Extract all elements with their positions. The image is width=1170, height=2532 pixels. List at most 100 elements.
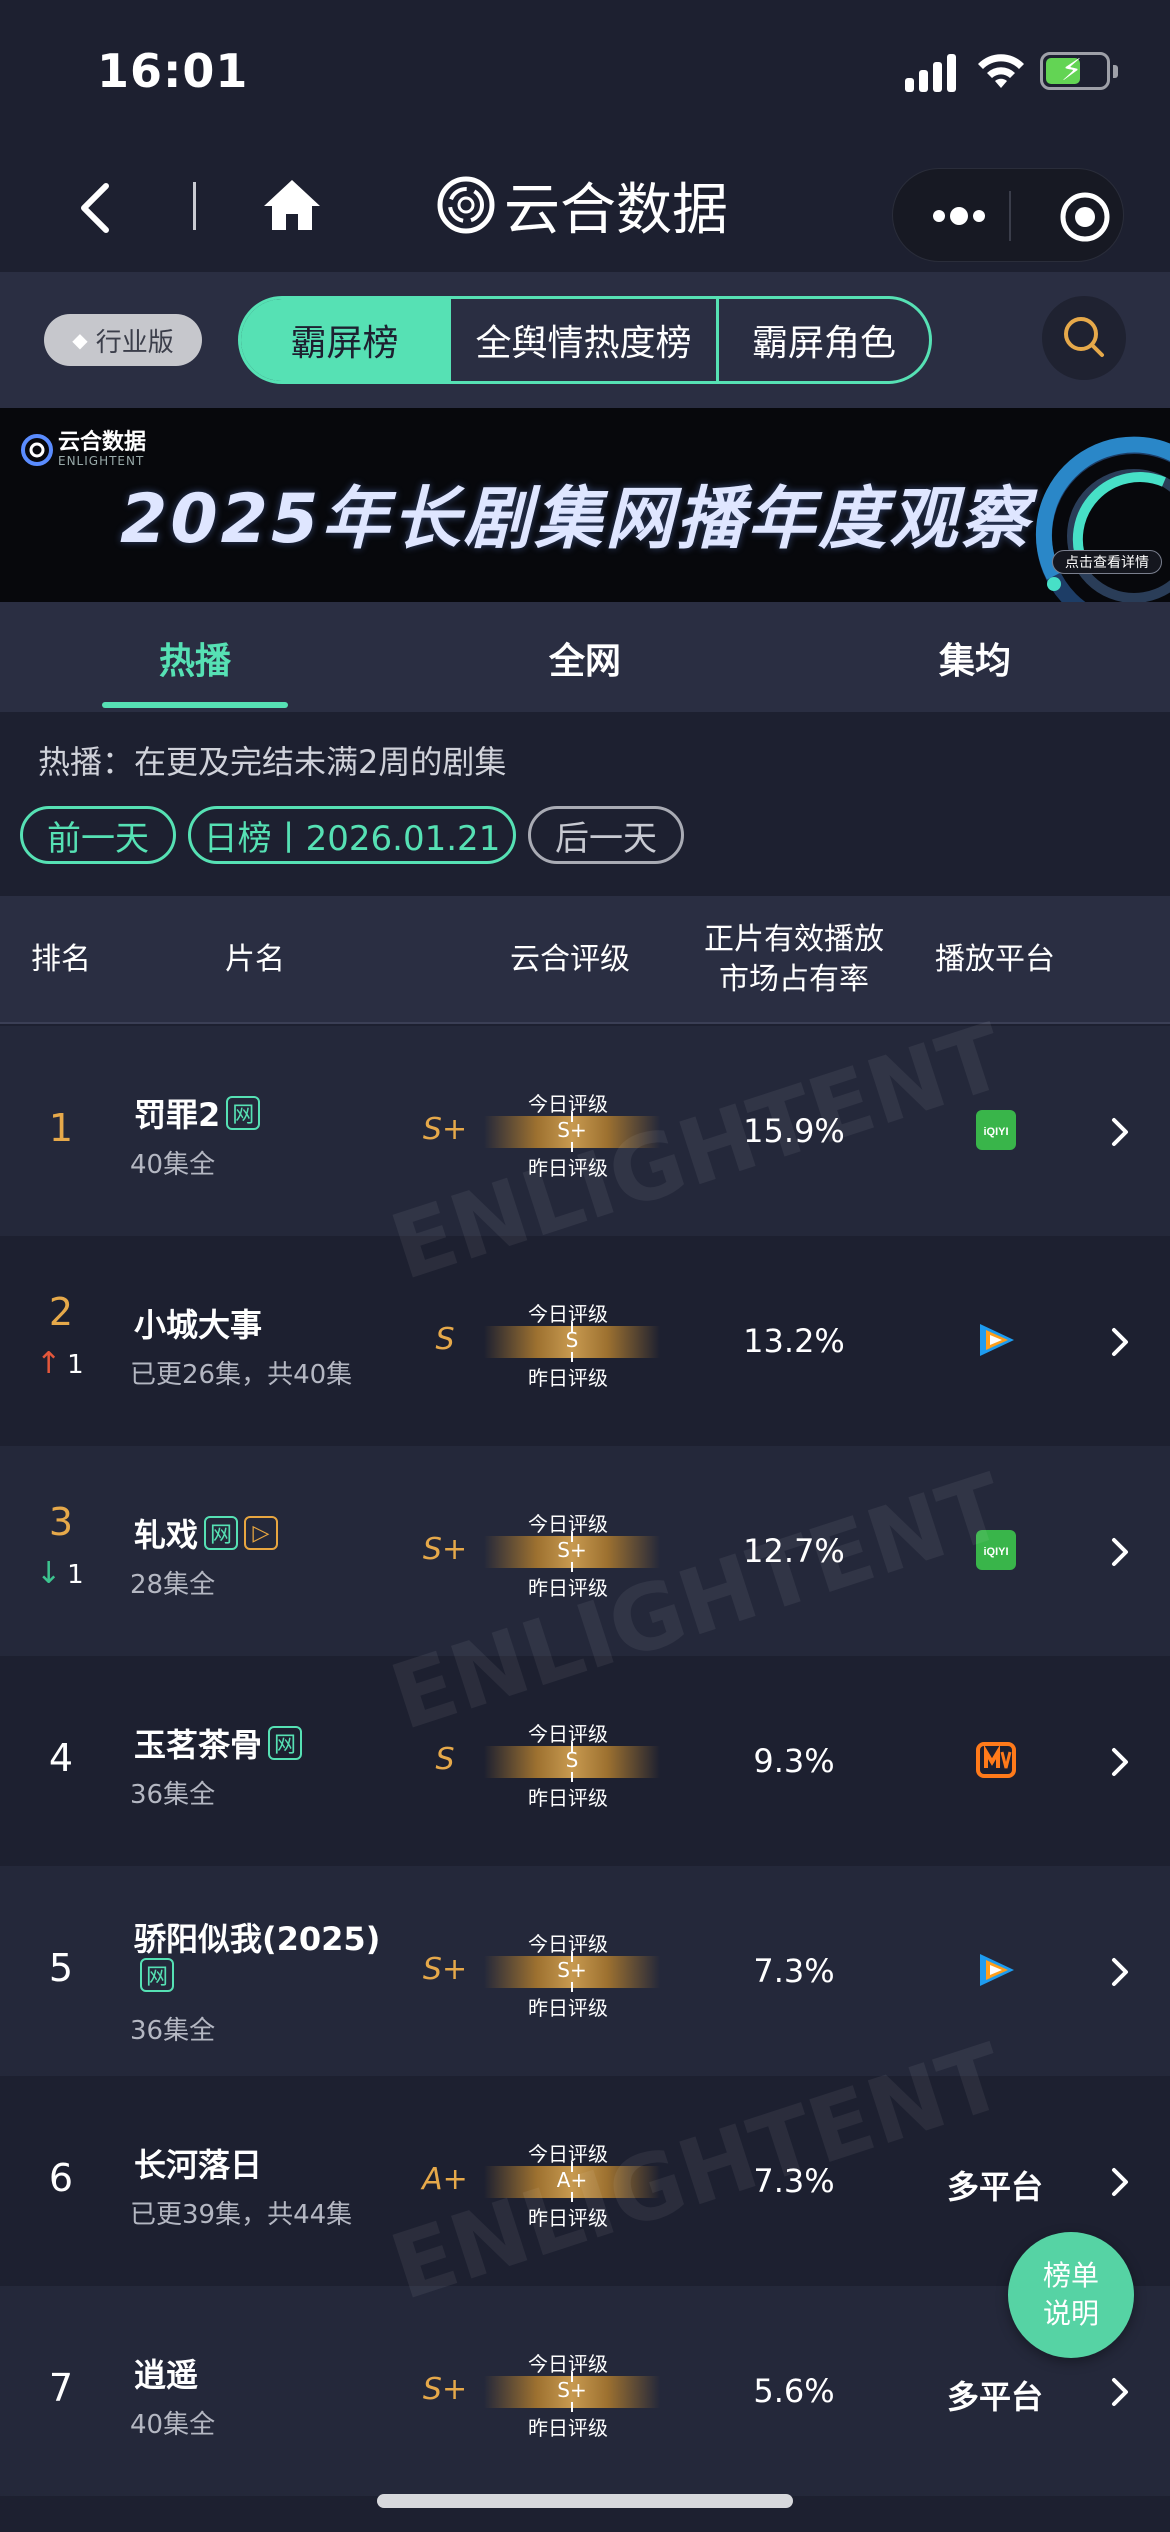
prev-day-button[interactable]: 前一天 [20,806,176,864]
grade-caption-yesterday: 昨日评级 [528,1366,608,1390]
drama-title-wrap[interactable]: 长河落日 [134,2140,262,2186]
table-row[interactable]: 6 长河落日 已更39集，共44集 A+ 今日评级 A+ 昨日评级 7.3% 多平台 [0,2076,1170,2286]
tab-bapingbang[interactable]: 霸屏榜 [241,299,451,381]
chevron-right-icon[interactable] [1108,1324,1132,1360]
grade-bar: A+ [484,2162,660,2202]
tab-rebo[interactable]: 热播 [95,632,295,684]
next-day-button[interactable]: 后一天 [528,806,684,864]
grade-letter: S [435,1742,455,1777]
table-row[interactable]: 1 罚罪2 网 40集全 S+ 今日评级 S+ 昨日评级 15.9% iQIYI [0,1026,1170,1236]
grade-bar-value: S+ [557,2378,587,2402]
drama-title: 玉茗茶骨 [134,1726,263,1764]
episode-info: 40集全 [130,2410,216,2440]
target-icon[interactable] [1059,191,1111,243]
chevron-right-icon[interactable] [1108,2374,1132,2410]
web-drama-tag: 网 [204,1516,239,1550]
rank-change: ↓ 1 [36,1556,84,1591]
table-row[interactable]: 4 玉茗茶骨网 36集全 S 今日评级 S 昨日评级 9.3% [0,1656,1170,1866]
drama-title: 长河落日 [134,2146,263,2184]
nav-title: 云合数据 [436,170,728,243]
drama-title: 逍遥 [134,2356,199,2394]
drama-title: 罚罪2 [134,1096,221,1134]
chevron-right-icon[interactable] [1108,1744,1132,1780]
market-share: 12.7% [743,1532,845,1570]
episode-info: 已更39集，共44集 [130,2200,353,2230]
drama-title-wrap[interactable]: 逍遥 [134,2350,198,2396]
market-share: 5.6% [753,2372,835,2410]
episode-info: 28集全 [130,1570,216,1600]
tab-jijun[interactable]: 集均 [875,632,1075,684]
episode-info: 已更26集，共40集 [130,1360,353,1390]
table-row[interactable]: 2 ↑ 1 小城大事 已更26集，共40集 S 今日评级 S 昨日评级 13.2% [0,1236,1170,1446]
chevron-right-icon[interactable] [1108,1114,1132,1150]
rank-change-value: 1 [67,1350,84,1380]
header-share-line2: 市场占有率 [719,962,869,997]
table-row[interactable]: 5 骄阳似我(2025) 网 36集全 S+ 今日评级 S+ 昨日评级 7.3% [0,1866,1170,2076]
grade-bar: S [484,1742,660,1782]
grade-letter: S [435,1322,455,1357]
drama-title-wrap[interactable]: 骄阳似我(2025) [134,1914,380,1960]
ranking-explanation-button[interactable]: 榜单 说明 [1008,2232,1134,2358]
market-share: 15.9% [743,1112,845,1150]
more-icon[interactable] [929,199,989,233]
banner-detail-button[interactable]: 点击查看详情 [1052,550,1162,574]
header-platform: 播放平台 [935,942,1055,977]
grade-letter: S+ [422,1952,468,1987]
grade-caption-yesterday: 昨日评级 [528,2206,608,2230]
wifi-icon [978,54,1024,88]
home-icon[interactable] [262,176,322,234]
grade-letter: A+ [422,2162,468,2197]
grade-bar-value: S+ [557,1118,587,1142]
app-root: 16:01 ⚡ 云合数据 ◆ 行业版 霸屏榜 全舆情热度榜 霸屏角色 云合数据 … [0,0,1170,2532]
grade-caption-today: 今日评级 [528,1932,608,1956]
tab-bapingjuese[interactable]: 霸屏角色 [719,299,929,381]
grade-bar: S+ [484,2372,660,2412]
home-indicator [377,2494,793,2508]
table-row[interactable]: 3 ↓ 1 轧戏网 ▷ 28集全 S+ 今日评级 S+ 昨日评级 12.7% iQIYI [0,1446,1170,1656]
rank-number: 2 [48,1290,74,1334]
tab-quanyuqing[interactable]: 全舆情热度榜 [451,299,719,381]
drama-title-wrap[interactable]: 小城大事 [134,1300,262,1346]
header-title: 片名 [225,942,285,977]
episode-info: 36集全 [130,1780,216,1810]
drama-title-wrap[interactable]: 轧戏网 ▷ [134,1510,279,1556]
active-tab-underline [102,702,288,708]
grade-caption-today: 今日评级 [528,1302,608,1326]
web-drama-tag: 网 [226,1096,261,1130]
mango-tv-logo [960,1738,1032,1782]
edition-badge[interactable]: ◆ 行业版 [44,314,202,366]
market-share: 7.3% [753,1952,835,1990]
drama-title-wrap[interactable]: 玉茗茶骨网 [134,1720,303,1766]
grade-bar-value: S [565,1328,579,1352]
top-tab-row: ◆ 行业版 霸屏榜 全舆情热度榜 霸屏角色 [0,272,1170,408]
grade-bar: S+ [484,1112,660,1152]
rank-number: 6 [48,2156,74,2200]
market-share: 13.2% [743,1322,845,1360]
grade-bar-value: A+ [556,2168,588,2192]
promo-banner[interactable]: 云合数据 ENLIGHTENT 2025年长剧集网播年度观察 点击查看详情 [0,408,1170,602]
drama-tags: 网 [134,1958,174,1992]
sub-tabs: 热播 全网 集均 [0,602,1170,712]
status-time: 16:01 [97,44,249,98]
drama-title-wrap[interactable]: 罚罪2 网 [134,1090,261,1136]
table-header: 排名 片名 云合评级 正片有效播放 市场占有率 播放平台 [0,896,1170,1024]
table-row[interactable]: 7 逍遥 40集全 S+ 今日评级 S+ 昨日评级 5.6% 多平台 [0,2286,1170,2496]
grade-caption-today: 今日评级 [528,2142,608,2166]
rank-number: 7 [48,2366,74,2410]
platform-multi: 多平台 [946,2168,1043,2206]
back-icon[interactable] [72,180,122,236]
chevron-right-icon[interactable] [1108,1954,1132,1990]
search-icon[interactable] [1042,296,1126,380]
tab-quanwang[interactable]: 全网 [485,632,685,684]
brand-logo-icon [437,176,495,234]
grade-bar: S+ [484,1952,660,1992]
current-date-button[interactable]: 日榜丨2026.01.21 [188,806,516,864]
banner-logo-icon [21,434,53,466]
miniprogram-capsule [892,168,1124,262]
drama-title: 骄阳似我(2025) [134,1920,381,1958]
rank-number: 4 [48,1736,74,1780]
chevron-right-icon[interactable] [1108,1534,1132,1570]
chevron-right-icon[interactable] [1108,2164,1132,2200]
grade-caption-yesterday: 昨日评级 [528,1156,608,1180]
tencent-video-logo [960,1948,1032,1992]
